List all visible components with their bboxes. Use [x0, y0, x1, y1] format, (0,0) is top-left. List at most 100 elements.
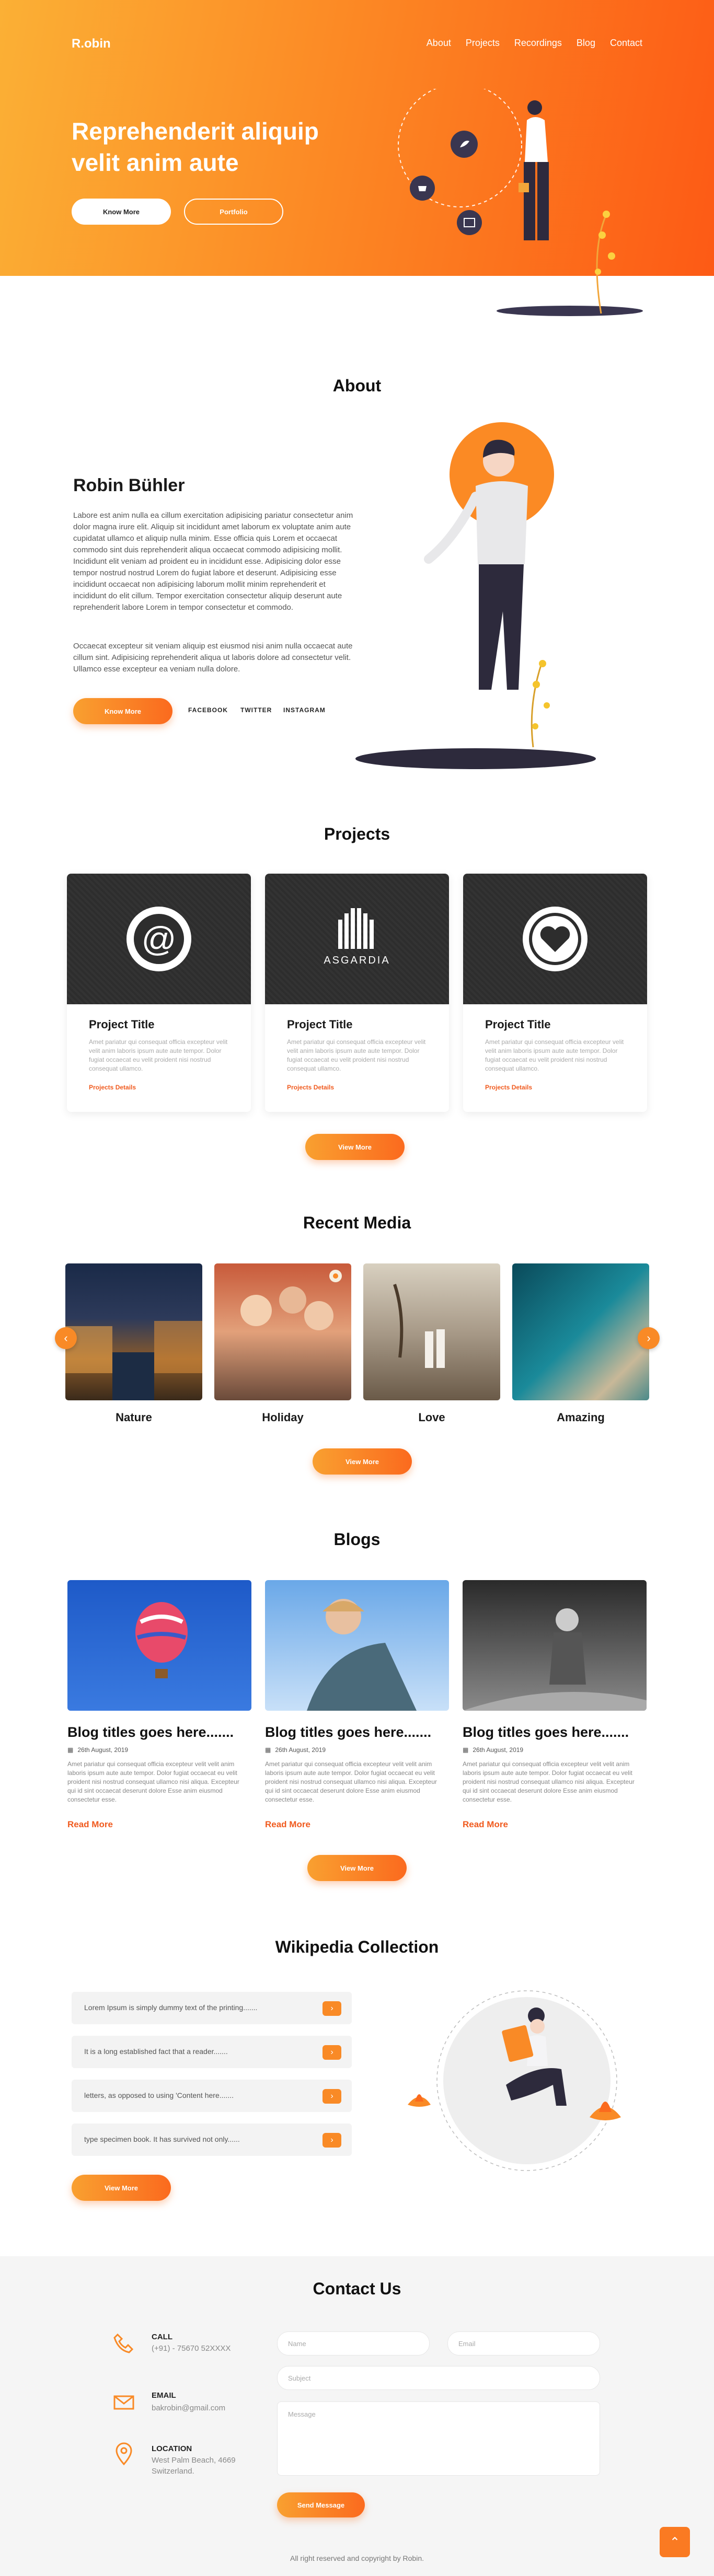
twitter-link[interactable]: TWITTER: [240, 706, 272, 714]
location-value: West Palm Beach, 4669 Switzerland.: [152, 2456, 236, 2476]
project-card[interactable]: @ Project Title Amet pariatur qui conseq…: [67, 874, 251, 1112]
facebook-link[interactable]: FACEBOOK: [188, 706, 228, 714]
project-desc: Amet pariatur qui consequat officia exce…: [287, 1038, 426, 1072]
wiki-item[interactable]: Lorem Ipsum is simply dummy text of the …: [72, 1992, 352, 2024]
projects-view-more-button[interactable]: View More: [305, 1134, 405, 1160]
blog-image[interactable]: [67, 1580, 251, 1711]
project-card[interactable]: ASGARDIA Project Title Amet pariatur qui…: [265, 874, 449, 1112]
at-sign-icon: @: [142, 920, 177, 958]
wiki-item[interactable]: It is a long established fact that a rea…: [72, 2036, 352, 2068]
about-know-more-button[interactable]: Know More: [73, 698, 172, 724]
email-field[interactable]: Email: [447, 2331, 600, 2355]
chevron-right-icon[interactable]: ›: [323, 2133, 341, 2148]
cup-icon: [418, 186, 427, 191]
chevron-right-icon[interactable]: ›: [323, 2045, 341, 2060]
nav-contact[interactable]: Contact: [610, 38, 642, 49]
media-card-love[interactable]: [363, 1263, 500, 1400]
logo[interactable]: R.obin: [72, 37, 111, 51]
carousel-next-button[interactable]: ›: [638, 1327, 660, 1349]
mail-icon: [113, 2395, 134, 2410]
carousel-prev-button[interactable]: ‹: [55, 1327, 77, 1349]
media-card-nature[interactable]: [65, 1263, 202, 1400]
footer-copyright: All right reserved and copyright by Robi…: [290, 2554, 424, 2562]
nav-recordings[interactable]: Recordings: [514, 38, 562, 49]
wiki-item-text: Lorem Ipsum is simply dummy text of the …: [84, 2003, 258, 2012]
back-to-top-button[interactable]: ⌃: [660, 2527, 690, 2557]
project-desc: Amet pariatur qui consequat officia exce…: [485, 1038, 624, 1072]
media-card-amazing[interactable]: [512, 1263, 649, 1400]
main-nav: About Projects Recordings Blog Contact: [427, 38, 642, 49]
reading-illustration: [408, 1990, 621, 2171]
read-more-link[interactable]: Read More: [463, 1819, 508, 1830]
blog-desc: Amet pariatur qui consequat officia exce…: [67, 1760, 239, 1803]
project-details-link[interactable]: Projects Details: [89, 1084, 136, 1091]
project-details-link[interactable]: Projects Details: [485, 1084, 532, 1091]
blogs-view-more-button[interactable]: View More: [307, 1855, 407, 1881]
media-label: Love: [418, 1411, 445, 1424]
blog-title[interactable]: Blog titles goes here.......: [463, 1724, 629, 1740]
media-label: Holiday: [262, 1411, 304, 1424]
contact-title: Contact Us: [313, 2279, 401, 2298]
wiki-item[interactable]: type specimen book. It has survived not …: [72, 2124, 352, 2156]
about-title: About: [332, 376, 382, 395]
media-title: Recent Media: [303, 1213, 411, 1232]
blog-desc: Amet pariatur qui consequat officia exce…: [463, 1760, 635, 1803]
call-value[interactable]: (+91) - 75670 52XXXX: [152, 2343, 231, 2354]
project-title: Project Title: [287, 1018, 353, 1031]
wiki-item-text: type specimen book. It has survived not …: [84, 2135, 240, 2143]
calendar-icon: ▦: [67, 1746, 74, 1754]
blogs-title: Blogs: [333, 1530, 381, 1549]
wiki-item[interactable]: letters, as opposed to using 'Content he…: [72, 2080, 352, 2112]
portfolio-button[interactable]: Portfolio: [184, 199, 283, 225]
blog-date-text: 26th August, 2019: [473, 1746, 524, 1754]
subject-field[interactable]: Subject: [277, 2366, 600, 2390]
message-field[interactable]: Message: [277, 2401, 600, 2476]
wiki-title: Wikipedia Collection: [275, 1937, 439, 1956]
hero-illustration: [398, 89, 643, 316]
project-image: ASGARDIA: [265, 874, 449, 1004]
call-label: CALL: [152, 2333, 172, 2341]
blog-image[interactable]: [463, 1580, 647, 1711]
blog-date: ▦ 26th August, 2019: [67, 1746, 128, 1754]
project-image: [463, 874, 647, 1004]
chevron-right-icon: ›: [647, 1331, 651, 1344]
email-value[interactable]: bakrobin@gmail.com: [152, 2403, 225, 2413]
nav-about[interactable]: About: [427, 38, 451, 49]
nav-projects[interactable]: Projects: [466, 38, 500, 49]
calendar-icon: ▦: [265, 1746, 271, 1754]
location-pin-icon: [116, 2442, 132, 2466]
read-more-link[interactable]: Read More: [67, 1819, 113, 1830]
blog-image[interactable]: [265, 1580, 449, 1711]
email-label: EMAIL: [152, 2391, 176, 2400]
hero-section: R.obin About Projects Recordings Blog Co…: [0, 0, 714, 316]
hero-title: Reprehenderit aliquip velit anim aute: [72, 118, 319, 176]
name-field[interactable]: Name: [277, 2331, 430, 2355]
send-message-button[interactable]: Send Message: [277, 2492, 365, 2517]
phone-icon: [113, 2333, 134, 2353]
blog-date: ▦ 26th August, 2019: [265, 1746, 326, 1754]
media-view-more-button[interactable]: View More: [313, 1448, 412, 1475]
project-title: Project Title: [485, 1018, 551, 1031]
project-details-link[interactable]: Projects Details: [287, 1084, 334, 1091]
chevron-right-icon[interactable]: ›: [323, 2001, 341, 2016]
asgardia-logo: ASGARDIA: [324, 955, 390, 966]
read-more-link[interactable]: Read More: [265, 1819, 310, 1830]
blog-title[interactable]: Blog titles goes here.......: [265, 1724, 431, 1740]
project-card[interactable]: Project Title Amet pariatur qui consequa…: [463, 874, 647, 1112]
wiki-view-more-button[interactable]: View More: [72, 2175, 171, 2201]
blog-date-text: 26th August, 2019: [77, 1746, 129, 1754]
chevron-left-icon: ‹: [64, 1331, 68, 1344]
media-card-holiday[interactable]: [214, 1263, 351, 1400]
nav-blog[interactable]: Blog: [577, 38, 595, 49]
media-label: Amazing: [557, 1411, 605, 1424]
project-image: @: [67, 874, 251, 1004]
chevron-right-icon[interactable]: ›: [323, 2089, 341, 2104]
location-label: LOCATION: [152, 2444, 192, 2453]
projects-title: Projects: [324, 825, 390, 843]
project-desc: Amet pariatur qui consequat officia exce…: [89, 1038, 228, 1072]
chevron-up-icon: ⌃: [669, 2535, 681, 2549]
wiki-item-text: It is a long established fact that a rea…: [84, 2047, 228, 2056]
blog-date: ▦ 26th August, 2019: [463, 1746, 523, 1754]
blog-title[interactable]: Blog titles goes here.......: [67, 1724, 234, 1740]
know-more-button[interactable]: Know More: [72, 199, 171, 225]
